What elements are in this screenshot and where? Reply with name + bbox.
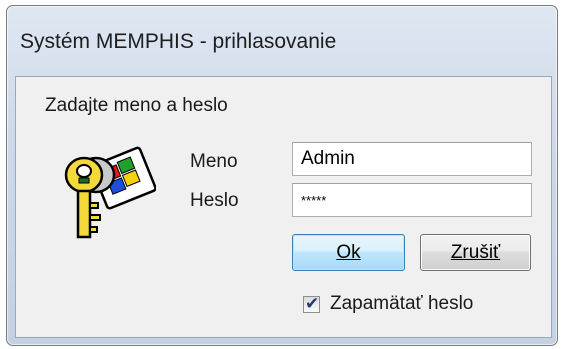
password-input[interactable] xyxy=(292,183,532,217)
username-input[interactable] xyxy=(292,142,532,176)
cancel-button[interactable]: Zrušiť xyxy=(420,234,531,271)
window-title: Systém MEMPHIS - prihlasovanie xyxy=(20,30,337,53)
ok-button[interactable]: Ok xyxy=(292,234,405,271)
ok-button-label: Ok xyxy=(336,242,361,263)
checkmark-icon: ✔ xyxy=(305,293,320,314)
dialog-client-area: Zadajte meno a heslo Meno Admin Heslo **… xyxy=(15,76,552,338)
remember-password-label[interactable]: Zapamätať heslo xyxy=(330,293,473,315)
password-label: Heslo xyxy=(190,190,239,211)
instruction-text: Zadajte meno a heslo xyxy=(45,95,228,116)
remember-password-option[interactable]: ✔ Zapamätať heslo xyxy=(303,293,473,315)
remember-password-checkbox[interactable]: ✔ xyxy=(303,293,320,314)
username-label: Meno xyxy=(190,151,238,172)
cancel-button-label: Zrušiť xyxy=(450,242,501,263)
login-dialog-window: Systém MEMPHIS - prihlasovanie Zadajte m… xyxy=(6,5,558,346)
keys-and-windows-logo-icon xyxy=(56,137,157,247)
title-bar[interactable]: Systém MEMPHIS - prihlasovanie xyxy=(7,6,557,72)
